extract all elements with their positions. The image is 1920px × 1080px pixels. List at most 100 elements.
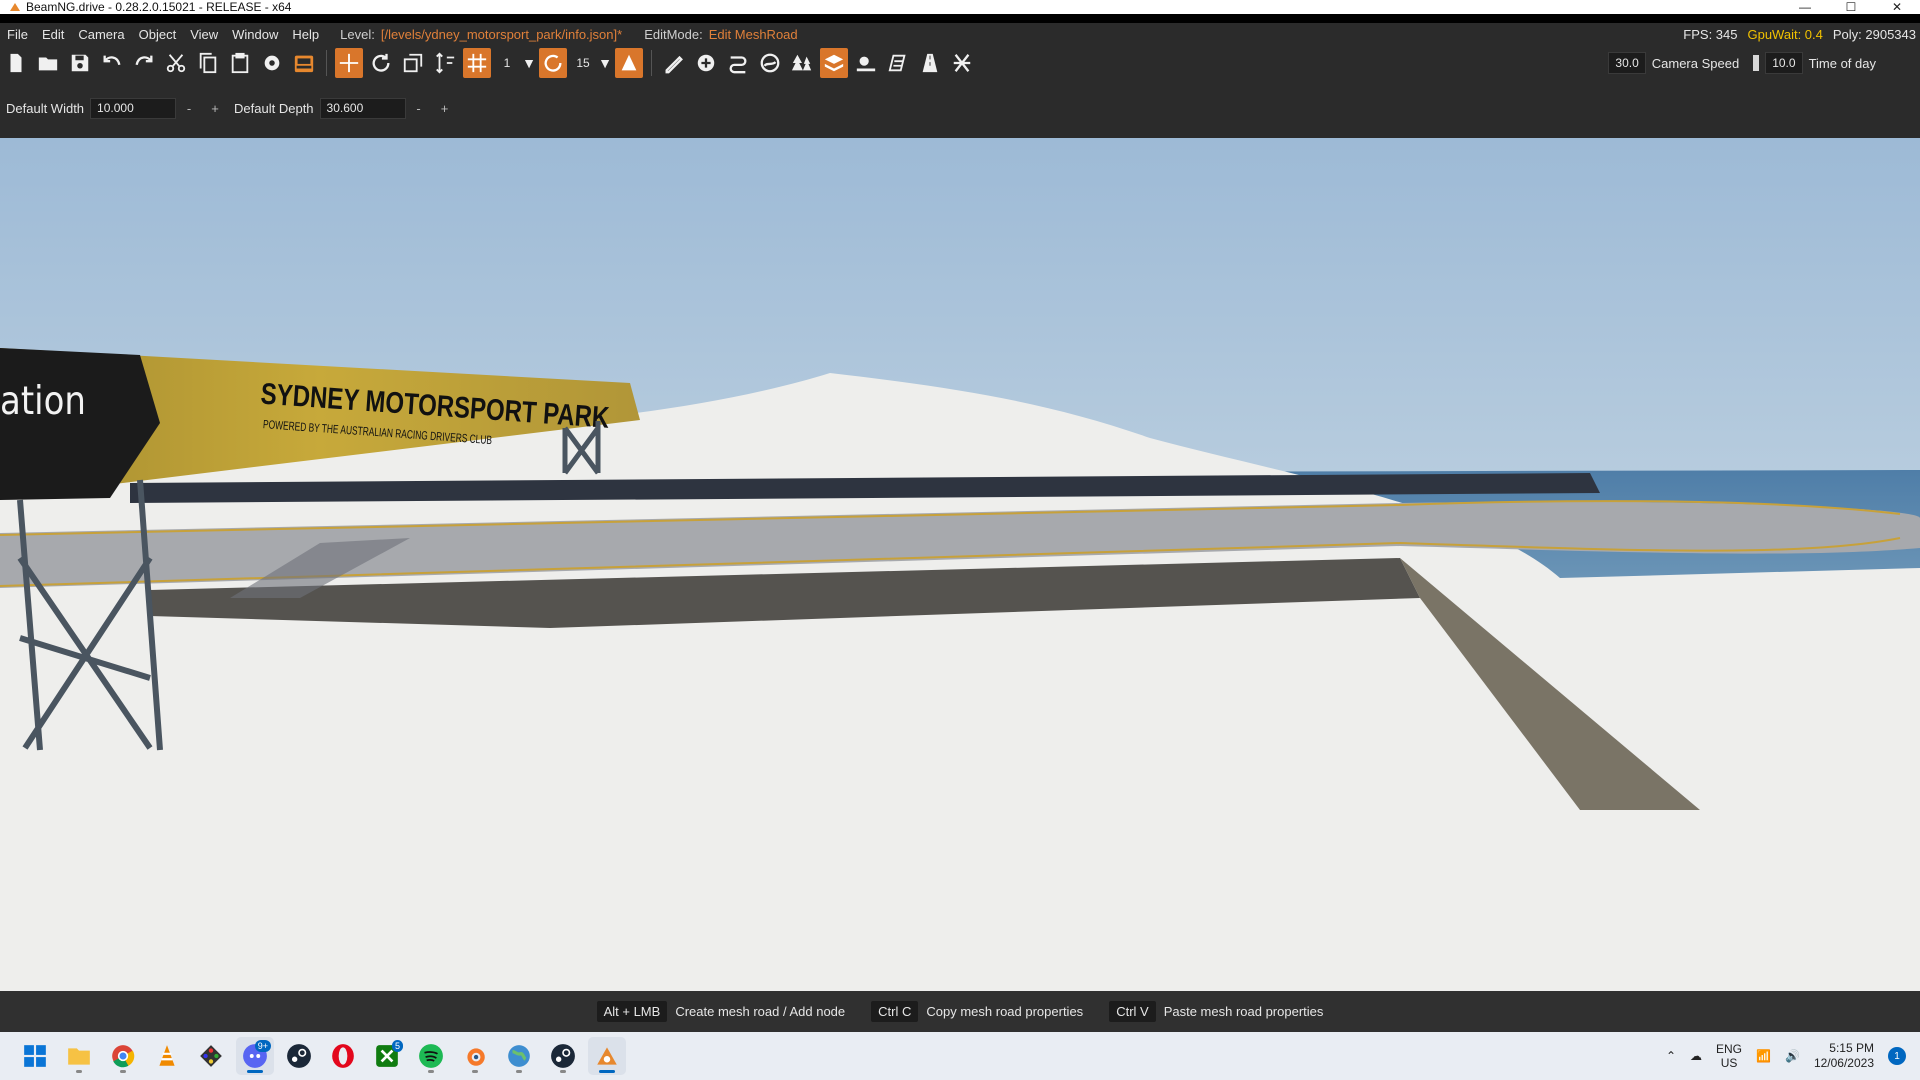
menu-object[interactable]: Object	[132, 27, 184, 42]
grid-icon	[467, 53, 487, 73]
new-file-icon	[10, 53, 22, 73]
default-depth-label: Default Depth	[234, 100, 314, 116]
scissors-icon	[166, 54, 186, 73]
taskbar-vlc[interactable]	[148, 1037, 186, 1075]
new-file-button[interactable]	[2, 48, 30, 78]
meshroad-tool-button[interactable]	[820, 48, 848, 78]
language-code: ENG	[1716, 1042, 1743, 1056]
road-curve-icon	[729, 56, 747, 74]
onedrive-cloud-icon[interactable]: ☁	[1690, 1049, 1702, 1063]
start-button[interactable]	[16, 1037, 54, 1075]
grid-snap-dropdown[interactable]: ▼	[521, 52, 537, 74]
menu-help[interactable]: Help	[285, 27, 326, 42]
paste-button[interactable]	[226, 48, 254, 78]
terrain-snap-button[interactable]	[615, 48, 643, 78]
windows-start-icon	[24, 1045, 46, 1067]
copy-button[interactable]	[194, 48, 222, 78]
gamepad-icon	[200, 1045, 222, 1067]
width-decrement-button[interactable]: -	[176, 101, 202, 116]
vehicle-button[interactable]	[290, 48, 318, 78]
terrain-snap-icon	[621, 54, 637, 71]
taskbar-beamng[interactable]	[588, 1037, 626, 1075]
maximize-button[interactable]: ☐	[1828, 0, 1874, 14]
folder-icon	[68, 1048, 90, 1065]
save-icon	[71, 54, 89, 72]
settings-button[interactable]	[258, 48, 286, 78]
time-of-day-input[interactable]: 10.0	[1765, 52, 1803, 74]
hint-key: Alt + LMB	[596, 1001, 668, 1022]
taskbar-file-explorer[interactable]	[60, 1037, 98, 1075]
language-indicator[interactable]: ENG US	[1716, 1042, 1742, 1070]
copy-icon	[199, 52, 217, 74]
taskbar-steam[interactable]	[280, 1037, 318, 1075]
taskbar-discord[interactable]: 9+	[236, 1037, 274, 1075]
wifi-icon[interactable]: 📶	[1756, 1049, 1771, 1063]
width-increment-button[interactable]: +	[202, 101, 228, 116]
editmode-label: EditMode:	[644, 26, 703, 42]
grid-snap-button[interactable]	[463, 48, 491, 78]
taskbar-opera[interactable]	[324, 1037, 362, 1075]
chevron-up-icon[interactable]: ⌃	[1666, 1049, 1676, 1063]
volume-icon[interactable]: 🔊	[1785, 1049, 1800, 1063]
align-tool-button[interactable]	[431, 48, 459, 78]
taskbar-spotify[interactable]	[412, 1037, 450, 1075]
camera-speed-input[interactable]: 30.0	[1608, 52, 1646, 74]
sculpt-icon	[953, 54, 971, 72]
taskbar-xbox[interactable]: 5	[368, 1037, 406, 1075]
rotate-snap-value[interactable]: 15	[569, 52, 597, 74]
road-tool-button[interactable]	[724, 48, 752, 78]
car-icon	[294, 55, 314, 73]
taskbar-epic-app[interactable]	[192, 1037, 230, 1075]
main-toolbar: 1 ▼ 15 ▼ 30.0 Camera Speed 10.0 Time of …	[0, 45, 1920, 81]
move-arrows-icon	[339, 53, 359, 73]
poly-readout: Poly: 2905343	[1832, 26, 1916, 42]
clock-date: 12/06/2023	[1813, 1056, 1874, 1070]
menu-window[interactable]: Window	[225, 27, 285, 42]
translate-tool-button[interactable]	[335, 48, 363, 78]
pencil-tool-button[interactable]	[660, 48, 688, 78]
decal-tool-button[interactable]	[852, 48, 880, 78]
taskbar-chrome[interactable]	[104, 1037, 142, 1075]
default-depth-input[interactable]	[319, 97, 406, 119]
menu-view[interactable]: View	[183, 27, 225, 42]
sculpt-tool-button[interactable]	[948, 48, 976, 78]
open-folder-button[interactable]	[34, 48, 62, 78]
taskbar-steam-2[interactable]	[544, 1037, 582, 1075]
time-slider-handle[interactable]	[1753, 55, 1760, 71]
river-tool-button[interactable]	[756, 48, 784, 78]
menu-file[interactable]: File	[0, 27, 35, 42]
depth-decrement-button[interactable]: -	[406, 101, 432, 116]
close-button[interactable]: ✕	[1874, 0, 1920, 14]
cut-button[interactable]	[162, 48, 190, 78]
taskbar-earth-app[interactable]	[500, 1037, 538, 1075]
forest-tool-button[interactable]	[788, 48, 816, 78]
default-width-input[interactable]	[90, 97, 177, 119]
minimize-button[interactable]: —	[1782, 0, 1828, 14]
clock[interactable]: 5:15 PM 12/06/2023	[1814, 1041, 1874, 1071]
editmode-value: Edit MeshRoad	[708, 26, 798, 42]
depth-increment-button[interactable]: +	[432, 101, 458, 116]
rotate-snap-button[interactable]	[539, 48, 567, 78]
hint-text: Copy mesh road properties	[926, 1004, 1084, 1019]
redo-button[interactable]	[130, 48, 158, 78]
decal-road-tool-button[interactable]	[884, 48, 912, 78]
undo-button[interactable]	[98, 48, 126, 78]
scene-viewport[interactable]: ation SYDNEY MOTORSPORT PARK POWERED BY …	[0, 138, 1920, 991]
taskbar-blender[interactable]	[456, 1037, 494, 1075]
hint-paste: Ctrl V Paste mesh road properties	[1109, 1001, 1323, 1022]
save-button[interactable]	[66, 48, 94, 78]
grid-snap-value[interactable]: 1	[493, 52, 521, 74]
menu-camera[interactable]: Camera	[71, 27, 131, 42]
rotate-snap-dropdown[interactable]: ▼	[597, 52, 613, 74]
road-architect-button[interactable]	[916, 48, 944, 78]
decal-road-icon	[888, 54, 906, 72]
menu-edit[interactable]: Edit	[35, 27, 71, 42]
perf-stats: FPS: 345 GpuWait: 0.4 Poly: 2905343	[1683, 27, 1920, 42]
camera-controls: 30.0 Camera Speed 10.0 Time of day	[1608, 52, 1920, 74]
rotate-tool-button[interactable]	[367, 48, 395, 78]
notification-badge[interactable]: 1	[1888, 1047, 1906, 1065]
add-object-button[interactable]	[692, 48, 720, 78]
spotify-icon	[419, 1044, 443, 1068]
scale-icon	[403, 53, 423, 73]
scale-tool-button[interactable]	[399, 48, 427, 78]
